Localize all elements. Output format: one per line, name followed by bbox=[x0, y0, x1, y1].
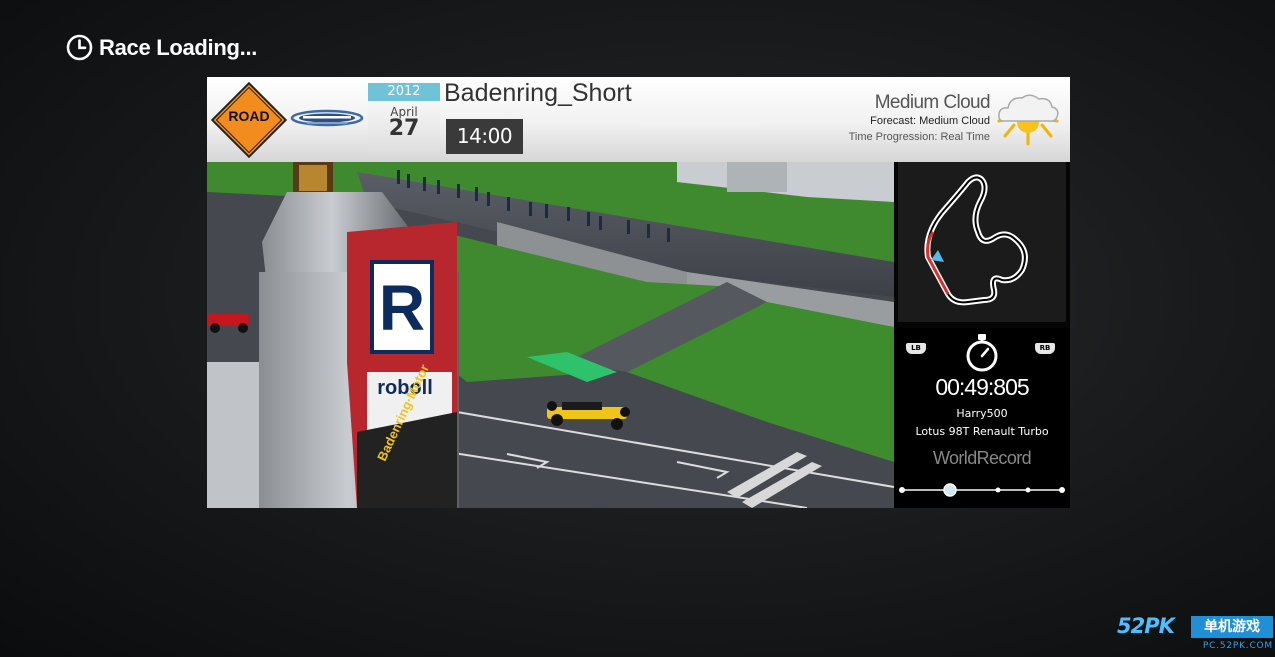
lap-record-panel: LB RB 00:49:805 Harry500 Lotus 98T Renau… bbox=[894, 328, 1070, 508]
billboard-logo-letter: R bbox=[379, 272, 425, 344]
watermark-url: PC.52PK.COM bbox=[1202, 641, 1273, 651]
lb-button[interactable]: LB bbox=[906, 343, 926, 354]
time-progression: Time Progression: Real Time bbox=[848, 131, 990, 143]
weather-forecast: Forecast: Medium Cloud bbox=[870, 115, 990, 127]
loading-title: Race Loading... bbox=[99, 34, 258, 60]
watermark-label: 单机游戏 bbox=[1191, 616, 1273, 638]
track-info-sidebar: LB RB 00:49:805 Harry500 Lotus 98T Renau… bbox=[894, 162, 1070, 508]
watermark-brand: 52PK bbox=[1117, 614, 1175, 638]
track-name: Badenring_Short bbox=[444, 79, 632, 107]
stopwatch-icon bbox=[966, 334, 998, 372]
event-date: 2012 April 27 bbox=[368, 83, 440, 156]
time-of-day: 14:00 bbox=[446, 119, 523, 154]
partly-cloudy-sun-icon bbox=[997, 94, 1059, 146]
race-info-panel: ROAD 2012 April 27 Badenring_Short 14:00… bbox=[207, 77, 1070, 508]
track-preview-scene: R roboll Badenring·Motor bbox=[207, 162, 894, 508]
rb-button[interactable]: RB bbox=[1035, 343, 1055, 354]
event-header: ROAD 2012 April 27 Badenring_Short 14:00… bbox=[207, 77, 1070, 162]
record-lap-time: 00:49:805 bbox=[935, 374, 1029, 400]
record-type: WorldRecord bbox=[932, 448, 1032, 468]
date-year: 2012 bbox=[368, 83, 440, 101]
track-layout-icon bbox=[924, 174, 1028, 306]
scene-illustration: R roboll Badenring·Motor bbox=[207, 162, 894, 508]
badenring-logo-icon bbox=[290, 109, 364, 127]
date-day: 27 bbox=[388, 116, 420, 141]
road-label: ROAD bbox=[228, 108, 270, 124]
track-map bbox=[898, 162, 1066, 322]
clock-icon bbox=[66, 34, 93, 61]
record-page-slider[interactable] bbox=[898, 482, 1066, 498]
record-driver: Harry500 bbox=[956, 407, 1008, 420]
race-loading-indicator: Race Loading... bbox=[66, 34, 257, 61]
record-car: Lotus 98T Renault Turbo bbox=[915, 425, 1049, 438]
weather-condition: Medium Cloud bbox=[874, 92, 991, 113]
